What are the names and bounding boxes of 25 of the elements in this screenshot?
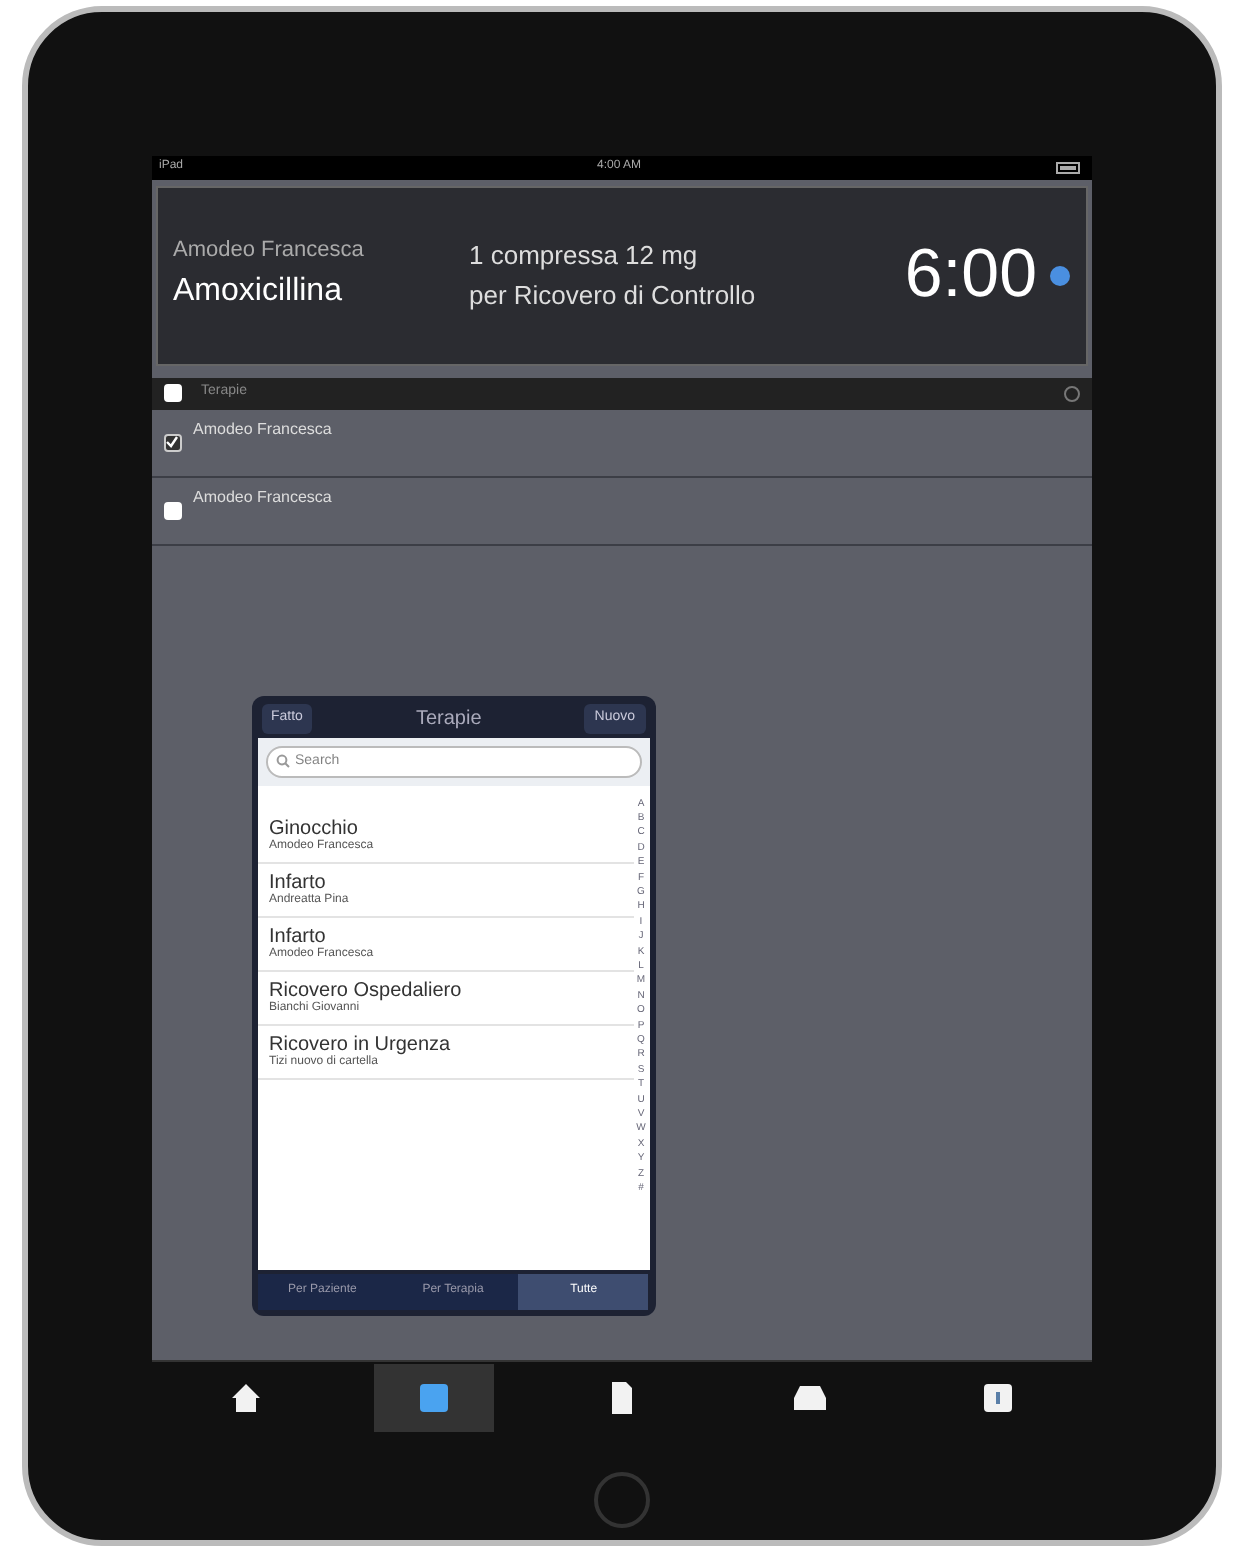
- therapy-title: Infarto: [269, 871, 328, 893]
- info-icon[interactable]: [1049, 265, 1069, 285]
- battery-icon: [1055, 161, 1083, 173]
- row-patient-name: Amodeo Francesca: [193, 417, 332, 441]
- calendar-icon: [415, 1380, 451, 1416]
- dose-time: 6:00: [904, 234, 1037, 316]
- popover-title: Terapie: [415, 706, 482, 734]
- clear-icon[interactable]: [1063, 385, 1079, 401]
- therapy-title: Ricovero Ospedaliero: [269, 979, 464, 1001]
- inbox-icon: [791, 1380, 827, 1416]
- search-icon: [275, 754, 289, 768]
- home-icon: [227, 1380, 263, 1416]
- drug-name: Amoxicillina: [173, 271, 344, 312]
- row-patient-name: Amodeo Francesca: [193, 485, 332, 509]
- therapy-title: Ginocchio: [269, 817, 360, 839]
- dose-row[interactable]: Amodeo Francesca: [151, 477, 1091, 545]
- patient-name: Amodeo Francesca: [173, 236, 366, 267]
- box-icon: [979, 1380, 1015, 1416]
- checkbox[interactable]: [163, 433, 181, 451]
- dose-row[interactable]: Amodeo Francesca: [151, 409, 1091, 477]
- therapy-title: Ricovero in Urgenza: [269, 1033, 453, 1055]
- therapy-title: Infarto: [269, 925, 328, 947]
- reason-text: per Ricovero di Controllo: [469, 277, 758, 314]
- checkmark-icon: [166, 436, 178, 448]
- dose-text: 1 compressa 12 mg: [469, 237, 700, 274]
